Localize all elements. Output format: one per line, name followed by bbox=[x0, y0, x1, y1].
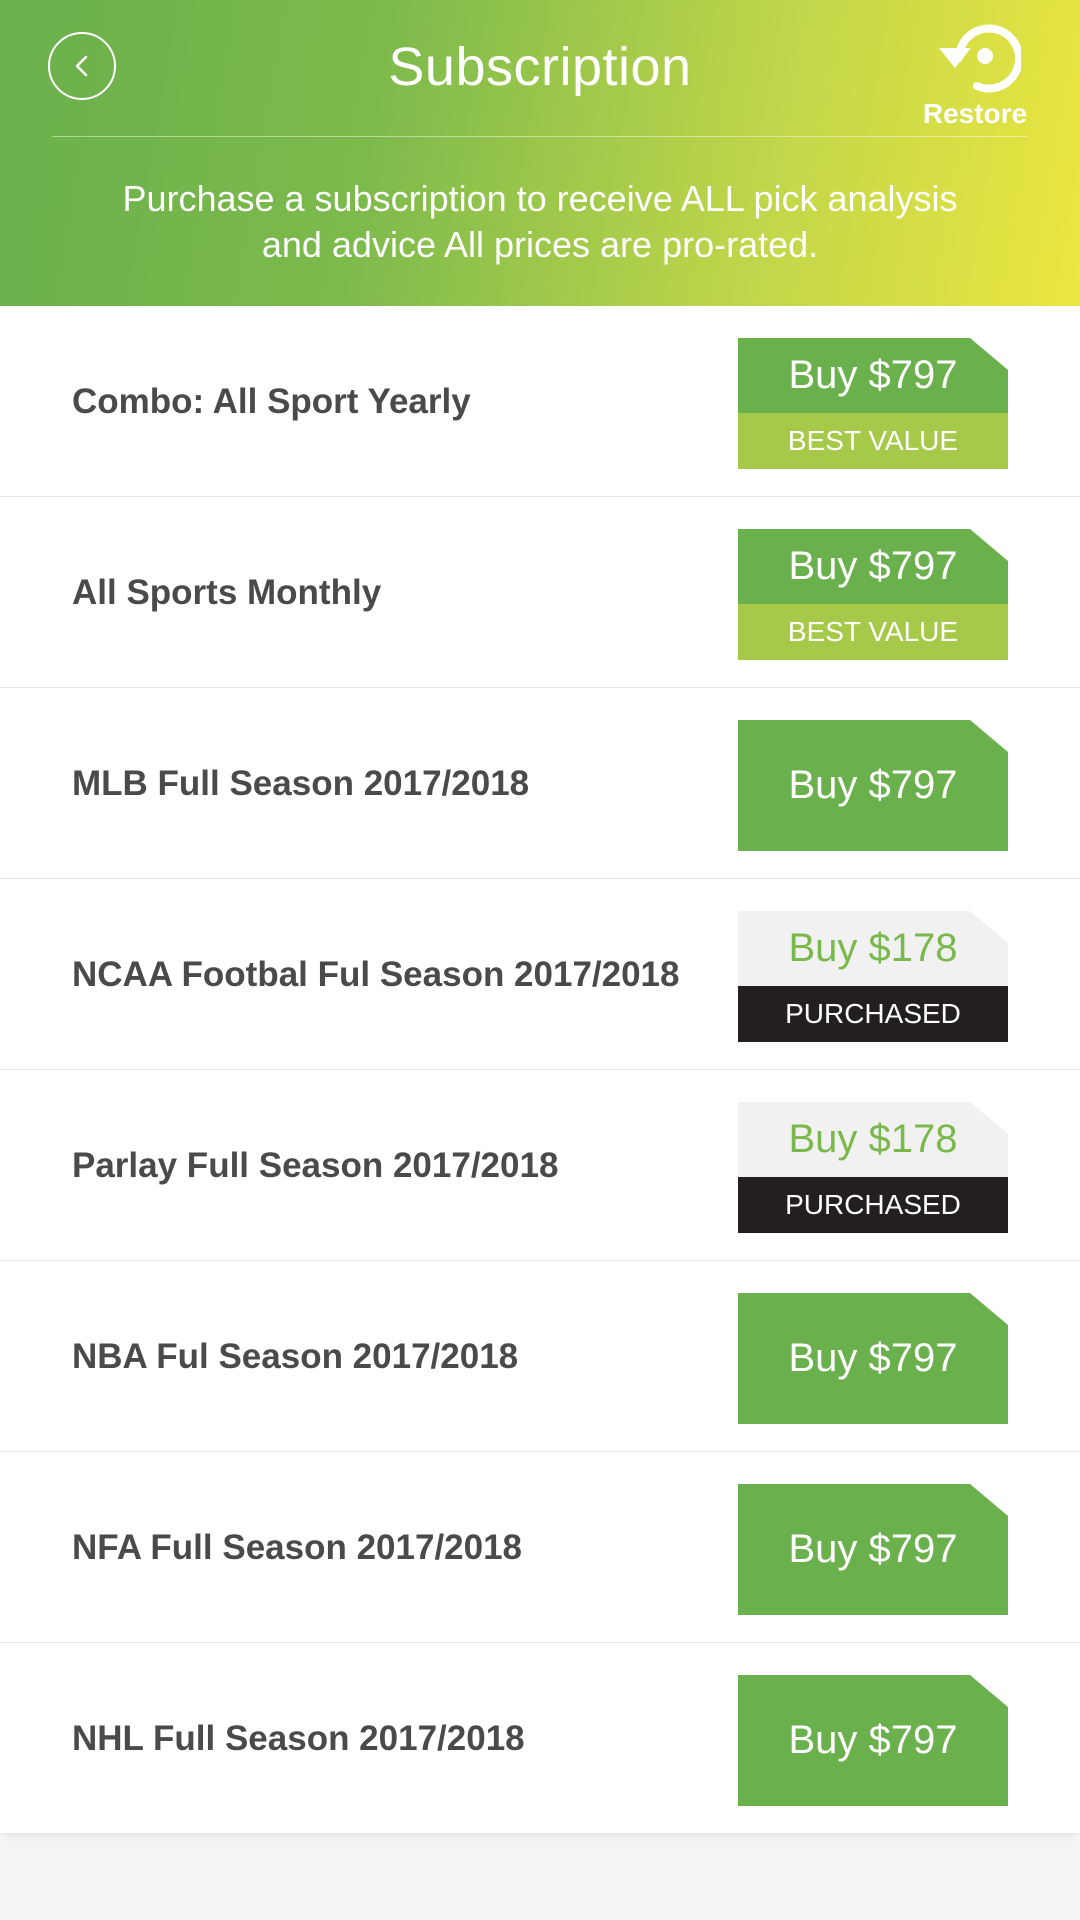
subscription-list: Combo: All Sport Yearly Buy $797 BEST VALU… bbox=[0, 306, 1080, 1834]
buy-price-label: Buy $797 bbox=[738, 1484, 1008, 1615]
page-title: Subscription bbox=[388, 37, 692, 97]
subscription-name: Parlay Full Season 2017/2018 bbox=[72, 1145, 559, 1185]
buy-price-label: Buy $178 bbox=[738, 1102, 1008, 1177]
subscription-name: NCAA Footbal Ful Season 2017/2018 bbox=[72, 954, 680, 994]
subscription-name: All Sports Monthly bbox=[72, 572, 382, 612]
subscription-row: NCAA Footbal Ful Season 2017/2018 Buy $17… bbox=[0, 879, 1080, 1070]
buy-button[interactable]: Buy $797 bbox=[738, 1484, 1008, 1615]
buy-button[interactable]: Buy $797 bbox=[738, 720, 1008, 851]
buy-button[interactable]: Buy $797 bbox=[738, 1293, 1008, 1424]
best-value-badge: BEST VALUE bbox=[738, 604, 1008, 660]
restore-icon bbox=[939, 24, 1021, 93]
subscription-row: Combo: All Sport Yearly Buy $797 BEST VALU… bbox=[0, 306, 1080, 497]
restore-button[interactable]: Restore bbox=[920, 20, 1030, 132]
buy-price-label: Buy $797 bbox=[738, 338, 1008, 413]
buy-price-label: Buy $797 bbox=[738, 720, 1008, 851]
subscription-row: NHL Full Season 2017/2018 Buy $797 bbox=[0, 1643, 1080, 1834]
buy-price-label: Buy $178 bbox=[738, 911, 1008, 986]
subscription-name: MLB Full Season 2017/2018 bbox=[72, 763, 530, 803]
subscription-name: NFA Full Season 2017/2018 bbox=[72, 1527, 523, 1567]
subscription-row: NFA Full Season 2017/2018 Buy $797 bbox=[0, 1452, 1080, 1643]
best-value-badge: BEST VALUE bbox=[738, 413, 1008, 469]
buy-button[interactable]: Buy $797 BEST VALUE bbox=[738, 338, 1008, 469]
buy-price-label: Buy $797 bbox=[738, 1293, 1008, 1424]
buy-price-label: Buy $797 bbox=[738, 1675, 1008, 1806]
buy-button[interactable]: Buy $178 PURCHASED bbox=[738, 1102, 1008, 1233]
header-divider bbox=[52, 136, 1028, 137]
subscription-row: Parlay Full Season 2017/2018 Buy $178 PURC… bbox=[0, 1070, 1080, 1261]
subscription-name: NBA Ful Season 2017/2018 bbox=[72, 1336, 519, 1376]
purchased-badge: PURCHASED bbox=[738, 1177, 1008, 1233]
subscription-name: Combo: All Sport Yearly bbox=[72, 381, 471, 421]
buy-price-label: Buy $797 bbox=[738, 529, 1008, 604]
buy-button[interactable]: Buy $797 BEST VALUE bbox=[738, 529, 1008, 660]
subscription-row: All Sports Monthly Buy $797 BEST VALUE bbox=[0, 497, 1080, 688]
purchased-badge: PURCHASED bbox=[738, 986, 1008, 1042]
buy-button[interactable]: Buy $797 bbox=[738, 1675, 1008, 1806]
page-subtitle: Purchase a subscription to receive ALL p… bbox=[122, 178, 958, 265]
subscription-row: NBA Ful Season 2017/2018 Buy $797 bbox=[0, 1261, 1080, 1452]
subscription-row: MLB Full Season 2017/2018 Buy $797 bbox=[0, 688, 1080, 879]
subscription-name: NHL Full Season 2017/2018 bbox=[72, 1718, 525, 1758]
header-bar: Subscription Restore Purchase a subscrip… bbox=[0, 0, 1080, 306]
restore-label: Restore bbox=[922, 98, 1028, 129]
buy-button[interactable]: Buy $178 PURCHASED bbox=[738, 911, 1008, 1042]
